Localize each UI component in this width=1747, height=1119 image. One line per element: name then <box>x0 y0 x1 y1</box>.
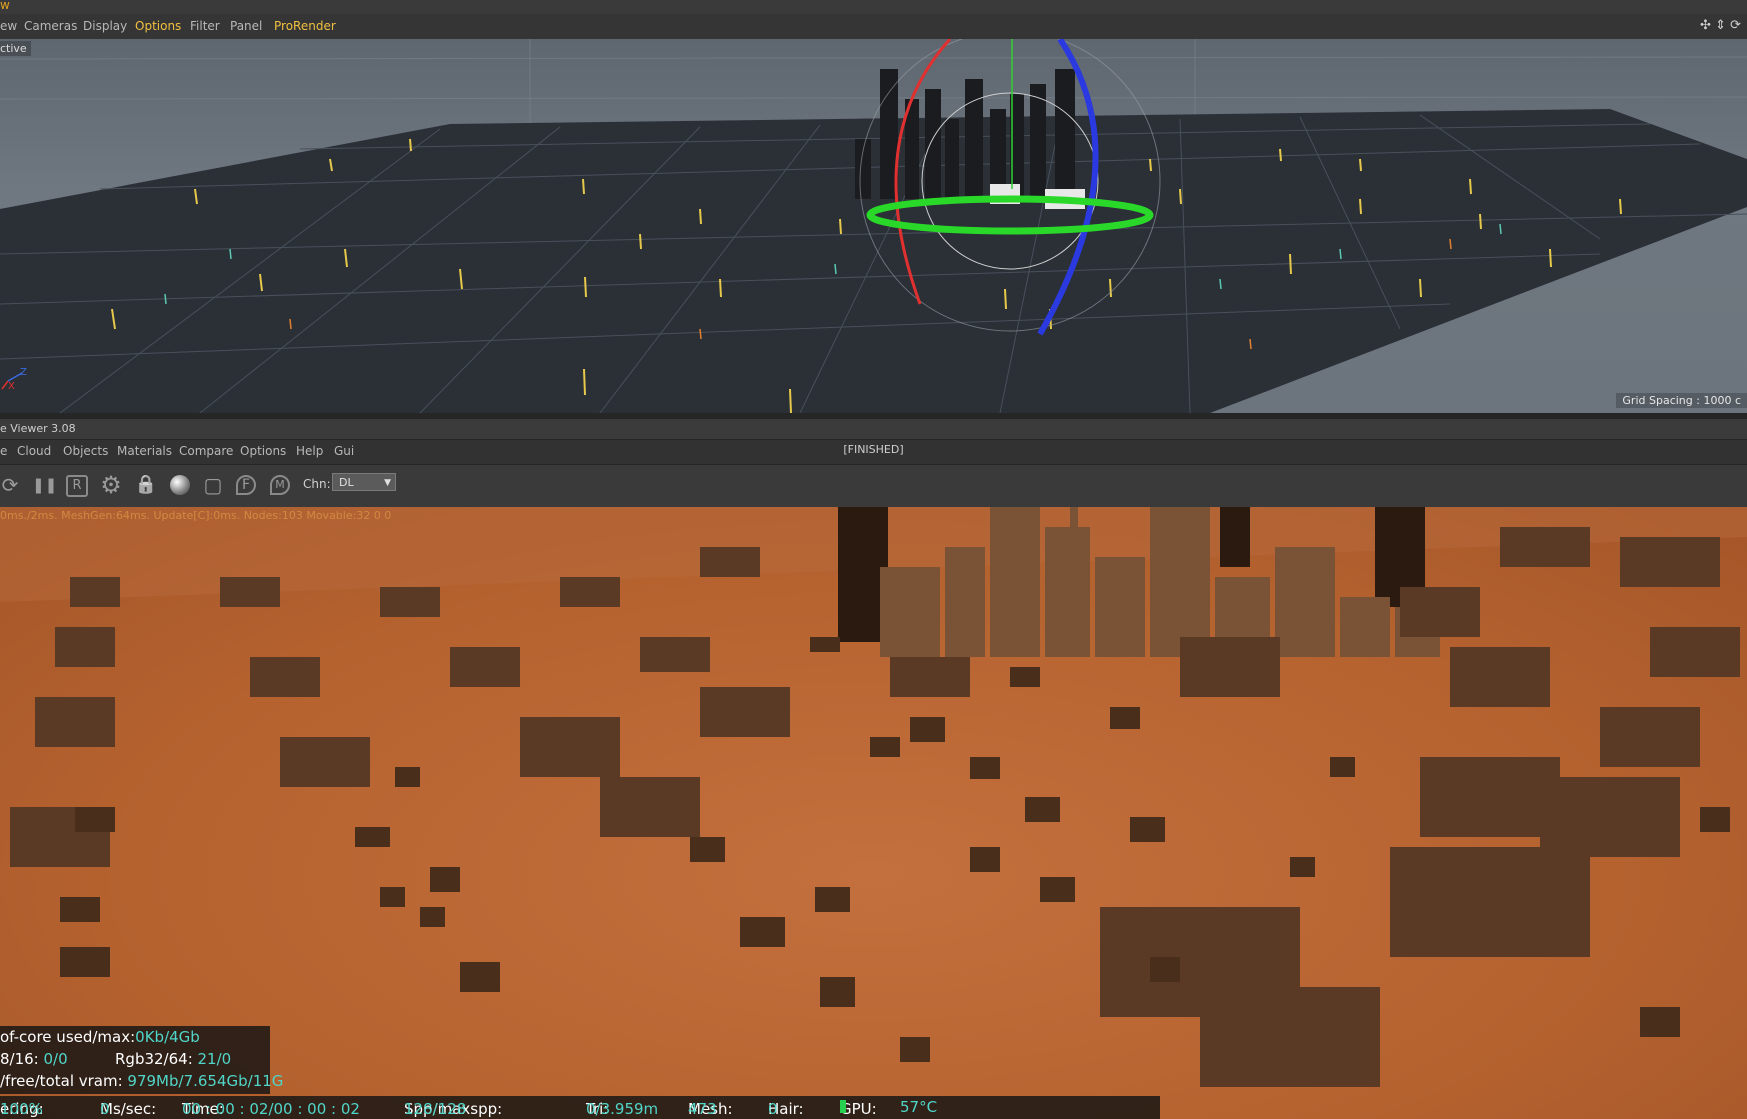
camera-label[interactable]: ctive <box>0 41 31 56</box>
grid-spacing-label: Grid Spacing : 1000 c <box>1616 393 1747 408</box>
tri-value: 0/3.959m <box>586 1100 659 1118</box>
live-viewer-toolbar: ⟳ ❚❚ R ⚙ 🔒 ▢ F M <box>0 465 1747 508</box>
region-render-icon[interactable]: R <box>66 475 88 497</box>
viewport-menu-bar: ew Cameras Display Options Filter Panel … <box>0 14 1747 40</box>
city-buildings <box>855 69 1075 199</box>
menu-prorender[interactable]: ProRender <box>274 19 336 33</box>
live-viewer-titlebar: e Viewer 3.08 <box>0 419 1747 440</box>
material-pick-icon[interactable]: M <box>270 475 290 495</box>
time-value: 00 : 00 : 02/00 : 00 : 02 <box>182 1100 360 1118</box>
stats-rgb-label: Rgb32/64: <box>115 1050 198 1068</box>
menu-filter[interactable]: Filter <box>190 19 220 33</box>
settings-icon[interactable]: ⚙ <box>99 473 123 497</box>
rendering-value: 100% <box>0 1100 43 1118</box>
channel-select-value: DL <box>339 476 354 489</box>
stats-row-outofcore: of-core used/max:0Kb/4Gb <box>0 1028 200 1046</box>
stats-panel: of-core used/max:0Kb/4Gb 8/16: 0/0 Rgb32… <box>0 1026 283 1094</box>
hair-value: 0 <box>768 1100 778 1118</box>
gpu-load-bar <box>840 1100 846 1113</box>
stats-vram-value: 979Mb/7.654Gb/11G <box>127 1072 284 1090</box>
lock-icon[interactable]: 🔒 <box>134 473 158 497</box>
chevron-down-icon: ▼ <box>384 478 391 488</box>
stats-outofcore-value: 0Kb/4Gb <box>135 1028 200 1046</box>
mssec-value: 0 <box>100 1100 110 1118</box>
menu-cameras[interactable]: Cameras <box>24 19 77 33</box>
pause-icon[interactable]: ❚❚ <box>32 473 57 497</box>
menu-view[interactable]: ew <box>0 19 17 33</box>
channel-select[interactable]: DL ▼ <box>332 473 396 491</box>
clay-icon[interactable]: ▢ <box>201 473 225 497</box>
viewport-3d[interactable]: Z X <box>0 39 1747 413</box>
render-status: [FINISHED] <box>843 443 904 456</box>
menu-panel[interactable]: Panel <box>230 19 262 33</box>
render-timing-stats: 0ms./2ms. MeshGen:64ms. Update[C]:0ms. N… <box>0 509 392 522</box>
live-viewer-title: e Viewer 3.08 <box>0 422 76 435</box>
stats-outofcore-label: of-core used/max: <box>0 1028 136 1046</box>
stats-rgb-value: 21/0 <box>197 1050 232 1068</box>
viewport-scene: Z X <box>0 39 1747 413</box>
stats-grey-label: 8/16: <box>0 1050 44 1068</box>
focus-pick-icon[interactable]: F <box>236 475 256 495</box>
channel-label: Chn: <box>303 477 331 491</box>
app-title-strip: w <box>0 0 1747 15</box>
material-ball-icon[interactable] <box>168 473 192 497</box>
menu-options[interactable]: Options <box>135 19 181 33</box>
refresh-icon[interactable]: ⟳ <box>0 473 22 497</box>
menu-display[interactable]: Display <box>83 19 127 33</box>
window-title: w <box>0 0 10 12</box>
stats-row-textures: 8/16: 0/0 <box>0 1050 68 1068</box>
render-status-bar: ering: 100% Ms/sec: 0 Time: 00 : 00 : 02… <box>0 1096 1160 1119</box>
stats-grey-value: 0/0 <box>43 1050 68 1068</box>
viewport-nav-icons[interactable]: ✣ ⇕ ⟳ <box>1700 18 1741 33</box>
mesh-value: 473 <box>688 1100 717 1118</box>
spp-value: 128/128 <box>404 1100 467 1118</box>
stats-row-vram: /free/total vram: 979Mb/7.654Gb/11G <box>0 1072 283 1090</box>
axis-x-label: X <box>8 381 15 392</box>
stats-row-rgb: Rgb32/64: 21/0 <box>115 1050 231 1068</box>
stats-vram-label: /free/total vram: <box>0 1072 128 1090</box>
axis-z-label: Z <box>20 367 27 378</box>
gpu-temperature: 57°C <box>900 1098 938 1116</box>
